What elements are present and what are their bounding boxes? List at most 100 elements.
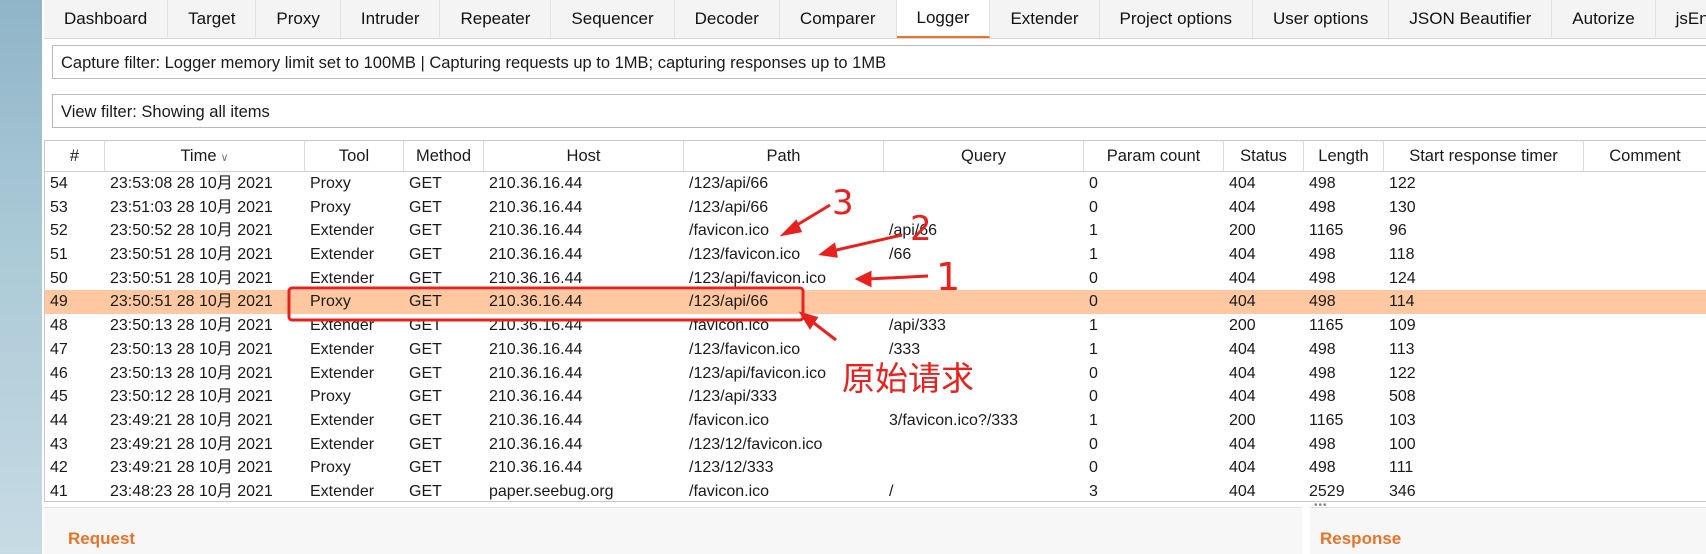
request-tab-label[interactable]: Request [68, 529, 135, 549]
cell-path: /favicon.ico [689, 222, 770, 240]
cell-start-response-timer: 100 [1389, 435, 1416, 453]
tab-intruder[interactable]: Intruder [341, 0, 441, 38]
cell-path: /123/12/favicon.ico [689, 435, 823, 453]
chevron-down-icon: ∨ [220, 152, 229, 164]
cell-number: 54 [50, 175, 68, 192]
cell-tool: Proxy [310, 459, 351, 477]
cell-start-response-timer: 118 [1389, 246, 1415, 264]
column-header-label: Param count [1106, 147, 1201, 165]
tab-target[interactable]: Target [168, 0, 257, 38]
column-header-time[interactable]: Time ∨ [105, 141, 305, 171]
cell-comment [1584, 243, 1706, 267]
cell-time: 23:50:12 28 10月 2021 [110, 388, 273, 406]
cell-time: 23:50:51 28 10月 2021 [110, 293, 273, 311]
column-header-number[interactable]: # [45, 141, 105, 171]
annotation-3: 3 [832, 183, 854, 223]
cell-length: 498 [1309, 435, 1336, 453]
tab-comparer[interactable]: Comparer [780, 0, 897, 38]
tab-repeater[interactable]: Repeater [440, 0, 552, 38]
column-header-length[interactable]: Length [1304, 141, 1384, 171]
tab-logger[interactable]: Logger [896, 0, 991, 38]
cell-length: 498 [1309, 269, 1336, 287]
cell-host: 210.36.16.44 [489, 269, 583, 287]
cell-number: 43 [50, 435, 68, 453]
table-row[interactable]: 48 23:50:13 28 10月 2021 Extender GET 210.36.… [45, 314, 1706, 338]
cell-tool: Proxy [310, 198, 351, 216]
tab-autorize[interactable]: Autorize [1552, 0, 1656, 38]
cell-param-count: 1 [1089, 246, 1098, 264]
cell-status: 200 [1229, 222, 1256, 240]
table-row[interactable]: 41 23:48:23 28 10月 2021 Extender GET paper.s… [45, 480, 1706, 501]
cell-number: 49 [50, 293, 68, 311]
desktop-background [0, 0, 42, 554]
cell-host: 210.36.16.44 [489, 435, 583, 453]
cell-host: 210.36.16.44 [489, 364, 583, 382]
table-row[interactable]: 51 23:50:51 28 10月 2021 Extender GET 210.36.… [45, 243, 1706, 267]
cell-comment [1584, 338, 1706, 362]
tab-project-options[interactable]: Project options [1100, 0, 1253, 38]
cell-host: 210.36.16.44 [489, 317, 583, 335]
cell-param-count: 0 [1089, 364, 1098, 382]
tab-extender[interactable]: Extender [990, 0, 1100, 38]
cell-start-response-timer: 508 [1389, 388, 1416, 406]
column-header-path[interactable]: Path [684, 141, 884, 171]
cell-number: 41 [50, 482, 68, 500]
table-row[interactable]: 49 23:50:51 28 10月 2021 Proxy GET 210.36.16.… [45, 290, 1706, 315]
cell-tool: Extender [310, 411, 375, 429]
table-row[interactable]: 43 23:49:21 28 10月 2021 Extender GET 210.36.… [45, 433, 1706, 457]
tab-dashboard[interactable]: Dashboard [44, 0, 169, 38]
cell-tool: Extender [310, 269, 375, 287]
tab-sequencer[interactable]: Sequencer [551, 0, 675, 38]
cell-param-count: 0 [1089, 175, 1098, 192]
cell-status: 404 [1229, 198, 1256, 216]
cell-tool: Extender [310, 317, 375, 335]
cell-number: 53 [50, 198, 68, 216]
table-row[interactable]: 54 23:53:08 28 10月 2021 Proxy GET 210.36.16.… [45, 172, 1706, 196]
column-header-start-response-timer[interactable]: Start response timer [1384, 141, 1584, 171]
cell-tool: Extender [310, 364, 375, 382]
cell-number: 46 [50, 364, 68, 382]
cell-method: GET [409, 222, 442, 240]
tab-jsencrypter[interactable]: jsEncrypter [1656, 0, 1706, 38]
column-header-label: Method [415, 147, 472, 165]
tab-json-beautifier[interactable]: JSON Beautifier [1389, 0, 1553, 38]
cell-length: 1165 [1309, 222, 1344, 240]
column-header-label: Tool [338, 147, 370, 165]
table-row[interactable]: 44 23:49:21 28 10月 2021 Extender GET 210.36.… [45, 409, 1706, 433]
column-header-label: Time [180, 147, 217, 165]
cell-path: /123/api/66 [689, 175, 769, 192]
cell-method: GET [409, 269, 442, 287]
cell-time: 23:50:52 28 10月 2021 [110, 222, 273, 240]
column-header-method[interactable]: Method [404, 141, 484, 171]
cell-query: / [889, 482, 894, 500]
cell-method: GET [409, 435, 442, 453]
cell-number: 51 [50, 246, 68, 264]
column-header-comment[interactable]: Comment [1584, 141, 1706, 171]
table-row[interactable]: 52 23:50:52 28 10月 2021 Extender GET 210.36.… [45, 219, 1706, 243]
table-row[interactable]: 42 23:49:21 28 10月 2021 Proxy GET 210.36.16.… [45, 456, 1706, 480]
table-header: # Time ∨ Tool Method Host Path Query Param count… [45, 141, 1706, 172]
view-filter-bar[interactable]: View filter: Showing all items [52, 94, 1706, 128]
cell-tool: Extender [310, 246, 375, 264]
column-header-param-count[interactable]: Param count [1084, 141, 1224, 171]
cell-comment [1584, 314, 1706, 338]
cell-time: 23:49:21 28 10月 2021 [110, 411, 273, 429]
column-header-tool[interactable]: Tool [305, 141, 404, 171]
column-header-host[interactable]: Host [484, 141, 684, 171]
cell-tool: Proxy [310, 175, 351, 192]
tab-user-options[interactable]: User options [1253, 0, 1390, 38]
table-row[interactable]: 50 23:50:51 28 10月 2021 Extender GET 210.36.… [45, 267, 1706, 291]
cell-start-response-timer: 130 [1389, 198, 1416, 216]
tab-proxy[interactable]: Proxy [256, 0, 341, 38]
table-row[interactable]: 53 23:51:03 28 10月 2021 Proxy GET 210.36.16.… [45, 196, 1706, 220]
column-header-status[interactable]: Status [1224, 141, 1304, 171]
capture-filter-bar[interactable]: Capture filter: Logger memory limit set … [52, 45, 1706, 79]
cell-path: /123/api/66 [689, 198, 769, 216]
burp-window: Dashboard Target Proxy Intruder Repeater Sequ… [0, 0, 1706, 554]
tab-decoder[interactable]: Decoder [675, 0, 780, 38]
cell-comment [1584, 267, 1706, 291]
cell-tool: Extender [310, 435, 375, 453]
cell-method: GET [409, 175, 442, 192]
response-tab-label[interactable]: Response [1320, 529, 1401, 549]
column-header-query[interactable]: Query [884, 141, 1084, 171]
